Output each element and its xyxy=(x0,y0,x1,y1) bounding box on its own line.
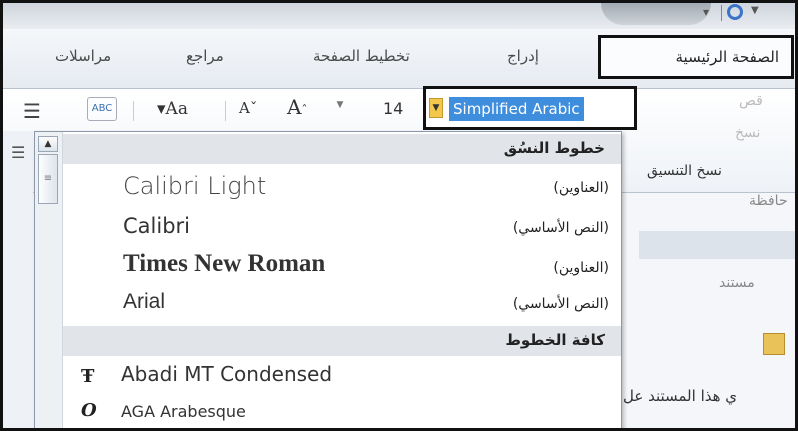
font-item-role: (النص الأساسي) xyxy=(512,296,609,312)
theme-fonts-header-label: خطوط النسُق xyxy=(503,139,605,157)
tab-references[interactable]: مراجع xyxy=(186,47,224,65)
opentype-font-icon: O xyxy=(81,400,97,421)
tab-mailings[interactable]: مراسلات xyxy=(55,47,111,65)
font-item-aga-arabesque[interactable]: AGA Arabesque xyxy=(121,402,246,421)
tab-page-layout[interactable]: تخطيط الصفحة xyxy=(313,47,410,65)
shrink-font-button[interactable]: Aˇ xyxy=(239,99,257,117)
spelling-icon[interactable]: ABC xyxy=(87,97,117,121)
ribbon-divider xyxy=(225,101,226,121)
title-bar-divider xyxy=(721,5,722,21)
font-size-dropdown[interactable]: ▼ xyxy=(333,100,347,118)
font-item-times-new-roman[interactable]: Times New Roman xyxy=(123,250,325,278)
font-size-value[interactable]: 14 xyxy=(383,99,403,118)
title-bar-decoration xyxy=(601,3,711,25)
minimize-icon[interactable]: ▾ xyxy=(703,5,717,19)
scroll-up-icon[interactable]: ▲ xyxy=(38,136,58,152)
grow-font-label: A xyxy=(287,95,302,119)
tab-home[interactable]: الصفحة الرئيسية xyxy=(598,35,794,79)
format-painter-label[interactable]: نسخ التنسيق xyxy=(647,163,722,179)
office-icon[interactable] xyxy=(727,4,743,20)
tab-insert[interactable]: إدراج xyxy=(507,47,539,65)
cut-label[interactable]: قص xyxy=(739,93,763,109)
document-icon[interactable] xyxy=(763,333,785,355)
font-item-abadi-mt-condensed[interactable]: Abadi MT Condensed xyxy=(121,362,332,386)
ribbon-tabs: الصفحة الرئيسية إدراج تخطيط الصفحة مراجع… xyxy=(3,29,795,89)
font-item-arial[interactable]: Arial xyxy=(123,290,165,314)
paragraph-align-icon[interactable]: ☰ xyxy=(11,143,25,162)
font-item-role: (النص الأساسي) xyxy=(512,220,609,236)
grow-font-button[interactable]: Aˆ xyxy=(287,95,307,119)
left-gutter xyxy=(3,131,33,428)
font-item-calibri-light[interactable]: Calibri Light xyxy=(123,172,266,200)
tab-home-label: الصفحة الرئيسية xyxy=(675,48,780,66)
shrink-font-label: A xyxy=(239,99,250,117)
font-dropdown-arrow-icon[interactable]: ▼ xyxy=(429,98,443,118)
font-name-value[interactable]: Simplified Arabic xyxy=(449,97,584,121)
dropdown-scrollbar[interactable]: ▲ ≡ xyxy=(35,132,63,428)
change-case-button[interactable]: ▾Aa xyxy=(157,99,188,119)
font-dropdown-list: ▲ ≡ خطوط النسُق Calibri Light (العناوين)… xyxy=(34,131,622,428)
title-bar: ▾ ▼ xyxy=(3,3,795,29)
font-item-calibri[interactable]: Calibri xyxy=(123,214,190,238)
theme-fonts-header: خطوط النسُق xyxy=(63,134,621,164)
document-band xyxy=(639,231,795,259)
all-fonts-header: كافة الخطوط xyxy=(63,326,621,356)
scroll-thumb[interactable]: ≡ xyxy=(38,154,58,204)
app-window: ▾ ▼ الصفحة الرئيسية إدراج تخطيط الصفحة م… xyxy=(0,0,798,431)
document-body-text: ي هذا المستند عل xyxy=(623,387,738,405)
truetype-font-icon: Ŧ xyxy=(81,366,95,387)
all-fonts-header-label: كافة الخطوط xyxy=(505,331,605,349)
font-name-box[interactable]: ▼ Simplified Arabic xyxy=(423,86,637,130)
ribbon-divider xyxy=(133,101,134,121)
numbering-list-icon[interactable]: ☰ xyxy=(23,99,41,123)
clipboard-group-label: حافظة xyxy=(749,193,788,209)
font-item-role: (العناوين) xyxy=(553,180,609,196)
document-label: مستند xyxy=(719,275,755,291)
chevron-down-icon[interactable]: ▼ xyxy=(751,5,759,16)
copy-label[interactable]: نسخ xyxy=(735,125,760,141)
font-item-role: (العناوين) xyxy=(553,260,609,276)
change-case-label: Aa xyxy=(165,99,188,119)
